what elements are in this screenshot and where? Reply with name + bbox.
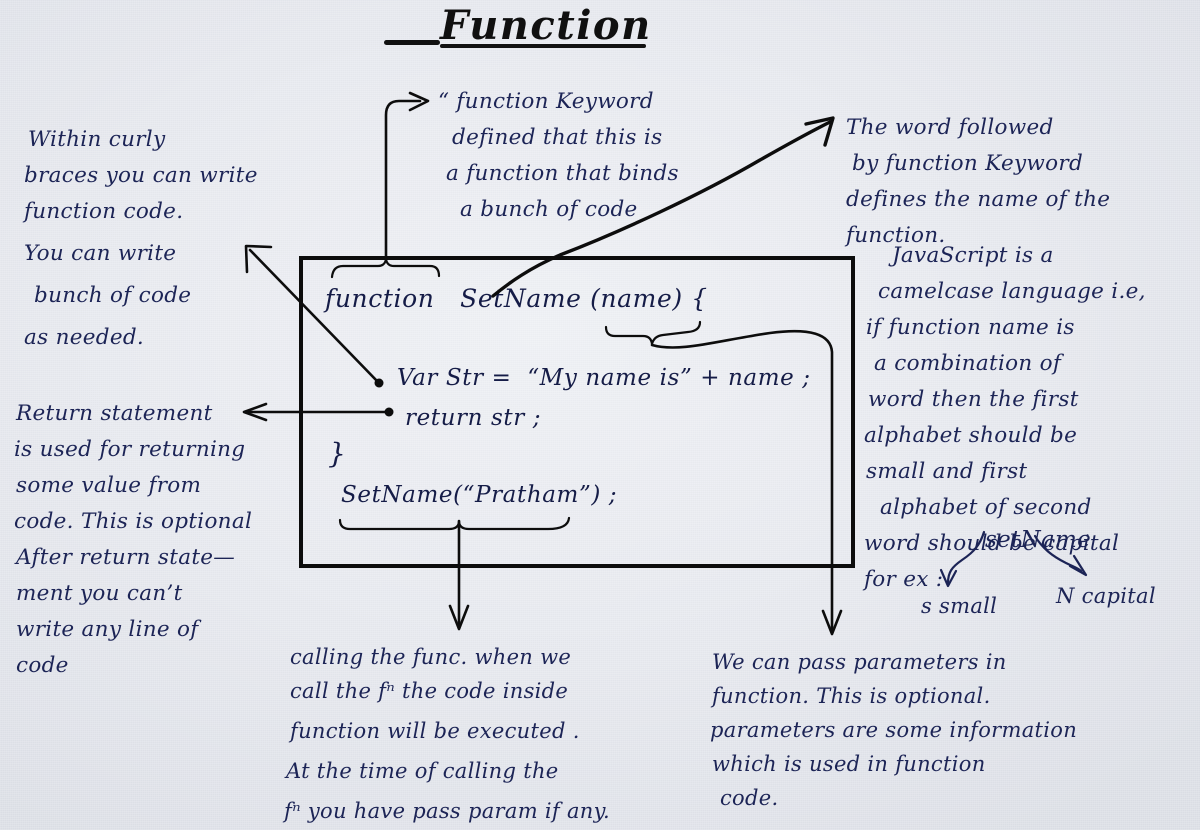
note-line: as needed. [24,325,145,350]
note-line: ment you can’t [16,581,183,606]
note-line: if function name is [866,315,1075,340]
code-line-signature: function SetName (name) { [325,284,708,313]
note-line: We can pass parameters in [712,650,1007,674]
note-line: The word followed [846,115,1054,140]
title-underline [440,44,646,48]
note-line: defines the name of the [846,187,1111,212]
note-line: Return statement [16,401,213,426]
note-line: code. This is optional [14,509,253,534]
note-line: which is used in function [712,752,986,776]
n-capital-label: N capital [1056,584,1156,608]
note-line: a combination of [874,351,1062,376]
note-line: Within curly [28,127,166,152]
note-line: write any line of [16,617,199,642]
code-line-return: return str ; [405,405,542,431]
camelcase-example: setName [985,527,1092,553]
brace-function-keyword [330,91,441,279]
note-line: some value from [16,473,202,498]
note-line: fⁿ you have pass param if any. [284,799,610,823]
note-line: braces you can write [24,163,258,188]
return-statement-note: Return statement is used for returning s… [14,396,254,684]
title-dash [384,40,440,45]
note-line: You can write [24,241,177,266]
curly-braces-note: Within curly braces you can write functi… [24,122,258,350]
note-line: code. [720,786,779,810]
note-line: JavaScript is a [892,243,1054,268]
note-line: is used for returning [14,437,246,462]
note-line: calling the func. when we [290,645,572,669]
note-line: a function that binds [446,161,679,186]
note-line: alphabet of second [880,495,1092,520]
code-line-call: SetName(“Pratham”) ; [341,482,618,508]
parameters-note: We can pass parameters in function. This… [710,645,1079,815]
note-line: function. This is optional. [712,684,991,708]
note-line: small and first [866,459,1028,484]
function-keyword-note: “ function Keyword defined that this is … [438,84,679,228]
note-line: word then the first [868,387,1079,412]
note-line: function code. [24,199,184,224]
note-line: After return state— [16,545,236,570]
note-line: by function Keyword [852,151,1084,176]
note-line: “ function Keyword [438,89,654,114]
note-line: a bunch of code [460,197,638,222]
note-line: bunch of code [34,283,192,308]
note-line: alphabet should be [864,423,1078,448]
handwritten-notes-page: Function function SetName (name) { Var S… [0,0,1200,830]
note-line: code [16,653,69,678]
note-line: call the fⁿ the code inside [290,679,569,703]
note-line: parameters are some information [710,718,1078,742]
code-line-close-brace: } [328,437,347,470]
s-small-label: s small [921,594,998,618]
note-line: camelcase language i.e, [878,279,1146,304]
function-name-note: The word followed by function Keyword de… [846,110,1110,254]
note-line: defined that this is [452,125,663,150]
note-line: At the time of calling the [286,759,559,783]
code-line-var: Var Str = “My name is” + name ; [397,365,811,391]
calling-function-note: calling the func. when we call the fⁿ th… [284,640,616,823]
page-title: Function [440,2,652,49]
note-line: function will be executed . [290,719,580,743]
